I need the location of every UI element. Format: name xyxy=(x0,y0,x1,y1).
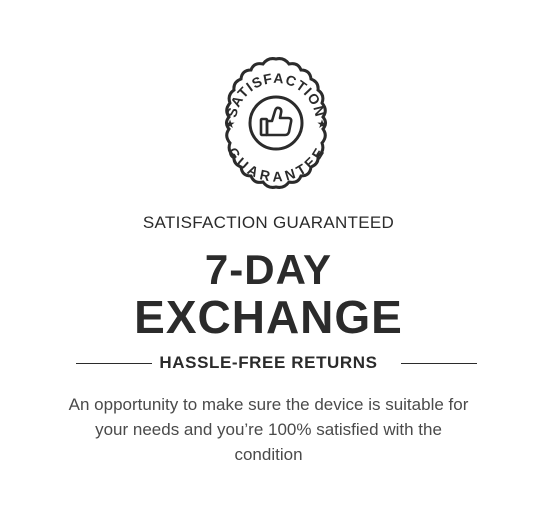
headline-line-2: EXCHANGE xyxy=(134,291,403,343)
description-text: An opportunity to make sure the device i… xyxy=(68,395,469,464)
satisfaction-guaranteed-kicker: SATISFACTION GUARANTEED xyxy=(142,213,395,232)
thumbs-up-icon xyxy=(259,106,293,137)
satisfaction-guarantee-badge: SATISFACTION GUARANTEE ★ ★ xyxy=(208,55,344,191)
headline-line-1: 7-DAY xyxy=(204,246,333,293)
badge-inner-ring xyxy=(248,95,304,151)
divider-right xyxy=(401,363,477,364)
star-icon: ★ xyxy=(225,117,236,131)
badge-seal: SATISFACTION GUARANTEE ★ ★ xyxy=(223,57,328,189)
star-icon: ★ xyxy=(317,117,328,131)
